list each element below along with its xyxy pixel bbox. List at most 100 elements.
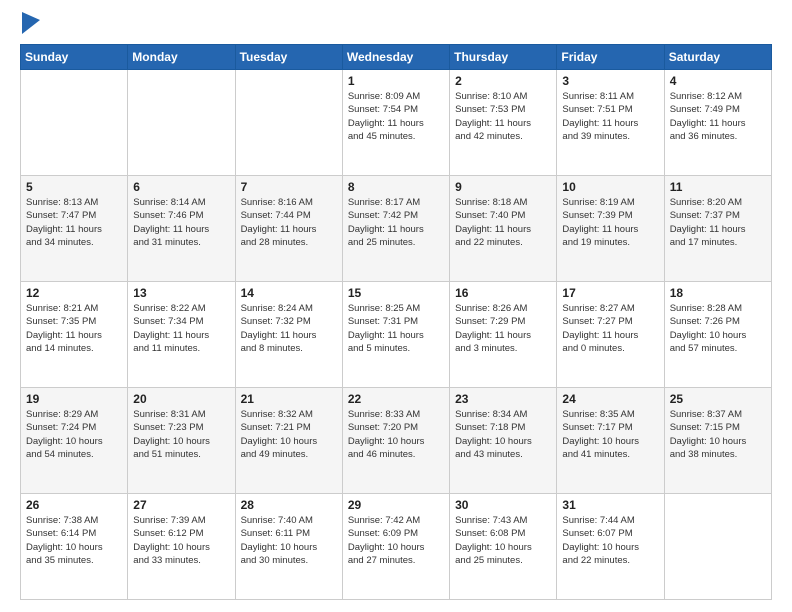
calendar-cell: 31 Sunrise: 7:44 AM Sunset: 6:07 PM Dayli… bbox=[557, 494, 664, 600]
calendar-cell: 16 Sunrise: 8:26 AM Sunset: 7:29 PM Dayli… bbox=[450, 282, 557, 388]
day-info: Sunrise: 8:22 AM Sunset: 7:34 PM Dayligh… bbox=[133, 302, 229, 355]
day-number: 7 bbox=[241, 180, 337, 194]
day-info: Sunrise: 8:35 AM Sunset: 7:17 PM Dayligh… bbox=[562, 408, 658, 461]
day-number: 11 bbox=[670, 180, 766, 194]
calendar-cell: 28 Sunrise: 7:40 AM Sunset: 6:11 PM Dayli… bbox=[235, 494, 342, 600]
day-info: Sunrise: 8:12 AM Sunset: 7:49 PM Dayligh… bbox=[670, 90, 766, 143]
calendar-table: SundayMondayTuesdayWednesdayThursdayFrid… bbox=[20, 44, 772, 600]
day-info: Sunrise: 8:31 AM Sunset: 7:23 PM Dayligh… bbox=[133, 408, 229, 461]
calendar-cell: 11 Sunrise: 8:20 AM Sunset: 7:37 PM Dayli… bbox=[664, 176, 771, 282]
calendar-cell: 21 Sunrise: 8:32 AM Sunset: 7:21 PM Dayli… bbox=[235, 388, 342, 494]
calendar-cell: 1 Sunrise: 8:09 AM Sunset: 7:54 PM Daylig… bbox=[342, 70, 449, 176]
day-info: Sunrise: 8:17 AM Sunset: 7:42 PM Dayligh… bbox=[348, 196, 444, 249]
logo-icon bbox=[22, 12, 40, 34]
day-info: Sunrise: 8:19 AM Sunset: 7:39 PM Dayligh… bbox=[562, 196, 658, 249]
day-number: 2 bbox=[455, 74, 551, 88]
calendar-cell: 8 Sunrise: 8:17 AM Sunset: 7:42 PM Daylig… bbox=[342, 176, 449, 282]
day-number: 23 bbox=[455, 392, 551, 406]
day-info: Sunrise: 7:38 AM Sunset: 6:14 PM Dayligh… bbox=[26, 514, 122, 567]
logo bbox=[20, 16, 40, 34]
calendar-cell: 2 Sunrise: 8:10 AM Sunset: 7:53 PM Daylig… bbox=[450, 70, 557, 176]
weekday-sunday: Sunday bbox=[21, 45, 128, 70]
day-info: Sunrise: 8:28 AM Sunset: 7:26 PM Dayligh… bbox=[670, 302, 766, 355]
weekday-saturday: Saturday bbox=[664, 45, 771, 70]
page: SundayMondayTuesdayWednesdayThursdayFrid… bbox=[0, 0, 792, 612]
day-number: 1 bbox=[348, 74, 444, 88]
calendar-cell: 27 Sunrise: 7:39 AM Sunset: 6:12 PM Dayli… bbox=[128, 494, 235, 600]
day-info: Sunrise: 8:18 AM Sunset: 7:40 PM Dayligh… bbox=[455, 196, 551, 249]
calendar-cell: 7 Sunrise: 8:16 AM Sunset: 7:44 PM Daylig… bbox=[235, 176, 342, 282]
day-info: Sunrise: 8:25 AM Sunset: 7:31 PM Dayligh… bbox=[348, 302, 444, 355]
day-info: Sunrise: 8:16 AM Sunset: 7:44 PM Dayligh… bbox=[241, 196, 337, 249]
weekday-tuesday: Tuesday bbox=[235, 45, 342, 70]
weekday-monday: Monday bbox=[128, 45, 235, 70]
calendar-cell: 18 Sunrise: 8:28 AM Sunset: 7:26 PM Dayli… bbox=[664, 282, 771, 388]
calendar-cell: 23 Sunrise: 8:34 AM Sunset: 7:18 PM Dayli… bbox=[450, 388, 557, 494]
day-info: Sunrise: 8:26 AM Sunset: 7:29 PM Dayligh… bbox=[455, 302, 551, 355]
day-info: Sunrise: 8:10 AM Sunset: 7:53 PM Dayligh… bbox=[455, 90, 551, 143]
calendar-cell: 3 Sunrise: 8:11 AM Sunset: 7:51 PM Daylig… bbox=[557, 70, 664, 176]
day-number: 8 bbox=[348, 180, 444, 194]
calendar-week-4: 19Sunrise: 8:29 AM Sunset: 7:24 PM Dayli… bbox=[21, 388, 772, 494]
day-info: Sunrise: 7:39 AM Sunset: 6:12 PM Dayligh… bbox=[133, 514, 229, 567]
calendar-cell: 13 Sunrise: 8:22 AM Sunset: 7:34 PM Dayli… bbox=[128, 282, 235, 388]
day-number: 30 bbox=[455, 498, 551, 512]
weekday-thursday: Thursday bbox=[450, 45, 557, 70]
calendar-cell: 17Sunrise: 8:27 AM Sunset: 7:27 PM Dayli… bbox=[557, 282, 664, 388]
day-number: 27 bbox=[133, 498, 229, 512]
day-number: 31 bbox=[562, 498, 658, 512]
calendar-cell: 22 Sunrise: 8:33 AM Sunset: 7:20 PM Dayli… bbox=[342, 388, 449, 494]
day-info: Sunrise: 8:33 AM Sunset: 7:20 PM Dayligh… bbox=[348, 408, 444, 461]
calendar-week-2: 5 Sunrise: 8:13 AM Sunset: 7:47 PM Daylig… bbox=[21, 176, 772, 282]
weekday-header-row: SundayMondayTuesdayWednesdayThursdayFrid… bbox=[21, 45, 772, 70]
calendar-cell: 30 Sunrise: 7:43 AM Sunset: 6:08 PM Dayli… bbox=[450, 494, 557, 600]
day-info: Sunrise: 8:29 AM Sunset: 7:24 PM Dayligh… bbox=[26, 408, 122, 461]
day-number: 22 bbox=[348, 392, 444, 406]
calendar-cell: 9Sunrise: 8:18 AM Sunset: 7:40 PM Daylig… bbox=[450, 176, 557, 282]
calendar-cell: 4 Sunrise: 8:12 AM Sunset: 7:49 PM Daylig… bbox=[664, 70, 771, 176]
day-info: Sunrise: 7:40 AM Sunset: 6:11 PM Dayligh… bbox=[241, 514, 337, 567]
calendar-cell: 12 Sunrise: 8:21 AM Sunset: 7:35 PM Dayli… bbox=[21, 282, 128, 388]
header bbox=[20, 16, 772, 34]
day-info: Sunrise: 8:13 AM Sunset: 7:47 PM Dayligh… bbox=[26, 196, 122, 249]
day-info: Sunrise: 8:37 AM Sunset: 7:15 PM Dayligh… bbox=[670, 408, 766, 461]
day-info: Sunrise: 7:44 AM Sunset: 6:07 PM Dayligh… bbox=[562, 514, 658, 567]
day-number: 28 bbox=[241, 498, 337, 512]
day-info: Sunrise: 8:09 AM Sunset: 7:54 PM Dayligh… bbox=[348, 90, 444, 143]
day-number: 5 bbox=[26, 180, 122, 194]
day-number: 25 bbox=[670, 392, 766, 406]
day-number: 15 bbox=[348, 286, 444, 300]
day-number: 13 bbox=[133, 286, 229, 300]
day-number: 20 bbox=[133, 392, 229, 406]
day-info: Sunrise: 7:42 AM Sunset: 6:09 PM Dayligh… bbox=[348, 514, 444, 567]
day-info: Sunrise: 7:43 AM Sunset: 6:08 PM Dayligh… bbox=[455, 514, 551, 567]
calendar-cell bbox=[128, 70, 235, 176]
calendar-cell: 26Sunrise: 7:38 AM Sunset: 6:14 PM Dayli… bbox=[21, 494, 128, 600]
calendar-cell bbox=[21, 70, 128, 176]
calendar-cell: 29 Sunrise: 7:42 AM Sunset: 6:09 PM Dayli… bbox=[342, 494, 449, 600]
day-number: 10 bbox=[562, 180, 658, 194]
calendar-cell: 24 Sunrise: 8:35 AM Sunset: 7:17 PM Dayli… bbox=[557, 388, 664, 494]
day-number: 3 bbox=[562, 74, 658, 88]
day-number: 6 bbox=[133, 180, 229, 194]
day-number: 12 bbox=[26, 286, 122, 300]
calendar-cell: 20 Sunrise: 8:31 AM Sunset: 7:23 PM Dayli… bbox=[128, 388, 235, 494]
calendar-week-3: 12 Sunrise: 8:21 AM Sunset: 7:35 PM Dayli… bbox=[21, 282, 772, 388]
day-number: 14 bbox=[241, 286, 337, 300]
day-info: Sunrise: 8:34 AM Sunset: 7:18 PM Dayligh… bbox=[455, 408, 551, 461]
day-number: 16 bbox=[455, 286, 551, 300]
day-number: 4 bbox=[670, 74, 766, 88]
day-info: Sunrise: 8:32 AM Sunset: 7:21 PM Dayligh… bbox=[241, 408, 337, 461]
day-info: Sunrise: 8:20 AM Sunset: 7:37 PM Dayligh… bbox=[670, 196, 766, 249]
day-info: Sunrise: 8:27 AM Sunset: 7:27 PM Dayligh… bbox=[562, 302, 658, 355]
calendar-cell: 15 Sunrise: 8:25 AM Sunset: 7:31 PM Dayli… bbox=[342, 282, 449, 388]
day-number: 18 bbox=[670, 286, 766, 300]
calendar-cell: 14Sunrise: 8:24 AM Sunset: 7:32 PM Dayli… bbox=[235, 282, 342, 388]
day-number: 24 bbox=[562, 392, 658, 406]
calendar-cell: 5 Sunrise: 8:13 AM Sunset: 7:47 PM Daylig… bbox=[21, 176, 128, 282]
day-info: Sunrise: 8:21 AM Sunset: 7:35 PM Dayligh… bbox=[26, 302, 122, 355]
day-number: 29 bbox=[348, 498, 444, 512]
day-number: 21 bbox=[241, 392, 337, 406]
day-info: Sunrise: 8:11 AM Sunset: 7:51 PM Dayligh… bbox=[562, 90, 658, 143]
weekday-wednesday: Wednesday bbox=[342, 45, 449, 70]
